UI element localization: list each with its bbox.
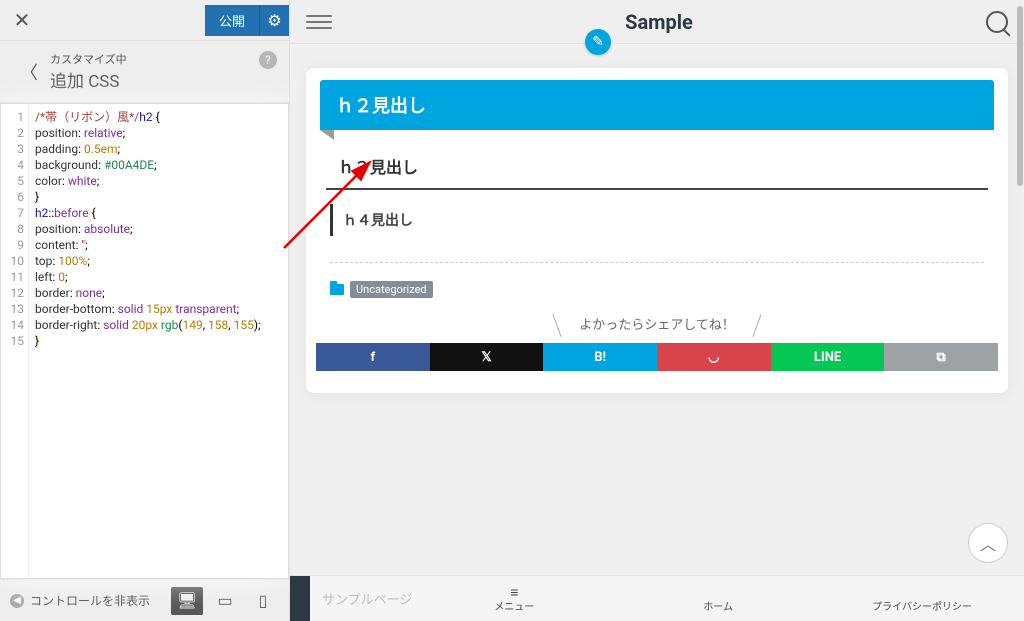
nav-label: ホーム bbox=[703, 598, 733, 613]
edit-shortcut-button[interactable]: ✎ bbox=[585, 29, 611, 55]
nav-label: メニュー bbox=[494, 598, 534, 613]
site-preview: Sample ✎ ｈ２見出し ｈ３見出し ｈ４見出し Uncategorized… bbox=[290, 0, 1024, 621]
preview-body[interactable]: ｈ２見出し ｈ３見出し ｈ４見出し Uncategorized よかったらシェア… bbox=[290, 44, 1024, 575]
pocket-icon: ◡ bbox=[708, 350, 719, 365]
publish-button-group: 公開 ⚙ bbox=[205, 5, 289, 36]
publish-button[interactable]: 公開 bbox=[205, 5, 259, 36]
close-icon: ✕ bbox=[14, 8, 31, 32]
customizer-panel: ✕ 公開 ⚙ 〈 カスタマイズ中 追加 CSS ? 12345678910111… bbox=[0, 0, 290, 621]
mobile-icon: ▯ bbox=[259, 591, 268, 610]
facebook-icon: f bbox=[371, 350, 376, 365]
hamburger-menu-button[interactable] bbox=[306, 9, 332, 35]
line-icon: LINE bbox=[814, 350, 841, 365]
chevron-up-icon: ︿ bbox=[980, 531, 996, 555]
share-pocket-button[interactable]: ◡ bbox=[657, 343, 771, 371]
section-title: 追加 CSS bbox=[50, 67, 275, 92]
tablet-icon: ▭ bbox=[217, 591, 232, 610]
share-button-row: f 𝕏 B! ◡ LINE ⧉ bbox=[316, 343, 998, 371]
share-label: よかったらシェアしてね！ bbox=[312, 314, 1002, 333]
h2-heading: ｈ２見出し bbox=[320, 80, 994, 130]
pencil-icon: ✎ bbox=[592, 34, 604, 50]
preview-bottom-nav: サンプルページ ≡ メニュー ホーム プライバシーポリシー bbox=[290, 575, 1024, 621]
h3-heading: ｈ３見出し bbox=[326, 144, 988, 190]
device-preview-buttons: 🖥 ▭ ▯ bbox=[171, 587, 279, 615]
css-code-editor[interactable]: 123456789101112131415 /*帯（リボン）風*/h2 {pos… bbox=[0, 103, 289, 579]
site-title[interactable]: Sample bbox=[332, 10, 986, 34]
device-mobile-button[interactable]: ▯ bbox=[247, 587, 279, 615]
publish-settings-button[interactable]: ⚙ bbox=[259, 5, 289, 36]
nav-privacy[interactable]: プライバシーポリシー bbox=[820, 584, 1024, 613]
preview-scrollbar[interactable] bbox=[1016, 0, 1024, 621]
share-hatena-button[interactable]: B! bbox=[543, 343, 657, 371]
help-icon: ? bbox=[265, 53, 271, 67]
hide-controls-label: コントロールを非表示 bbox=[30, 592, 150, 609]
device-tablet-button[interactable]: ▭ bbox=[209, 587, 241, 615]
x-twitter-icon: 𝕏 bbox=[481, 350, 491, 365]
nav-hidden-page[interactable]: サンプルページ bbox=[318, 589, 412, 608]
scroll-top-button[interactable]: ︿ bbox=[968, 523, 1008, 563]
eye-off-icon: ◀ bbox=[10, 594, 24, 608]
share-facebook-button[interactable]: f bbox=[316, 343, 430, 371]
hatena-icon: B! bbox=[594, 350, 606, 365]
section-subtitle: カスタマイズ中 bbox=[50, 51, 275, 67]
nav-left-edge[interactable] bbox=[290, 576, 310, 621]
desktop-icon: 🖥 bbox=[177, 591, 197, 610]
menu-icon: ≡ bbox=[510, 584, 518, 598]
chevron-left-icon: 〈 bbox=[20, 59, 38, 85]
h4-heading: ｈ４見出し bbox=[330, 204, 984, 236]
folder-icon bbox=[330, 284, 344, 295]
section-labels: カスタマイズ中 追加 CSS bbox=[50, 51, 275, 92]
close-customizer-button[interactable]: ✕ bbox=[0, 0, 44, 40]
copy-icon: ⧉ bbox=[937, 350, 946, 365]
nav-menu[interactable]: ≡ メニュー bbox=[412, 584, 616, 613]
divider bbox=[330, 262, 984, 263]
share-x-twitter-button[interactable]: 𝕏 bbox=[430, 343, 544, 371]
nav-home[interactable]: ホーム bbox=[616, 584, 820, 613]
device-desktop-button[interactable]: 🖥 bbox=[171, 587, 203, 615]
customizer-footer: ◀ コントロールを非表示 🖥 ▭ ▯ bbox=[0, 579, 289, 621]
category-row: Uncategorized bbox=[330, 281, 984, 298]
back-button[interactable]: 〈 bbox=[14, 59, 44, 85]
section-header: 〈 カスタマイズ中 追加 CSS ? bbox=[0, 40, 289, 103]
search-button[interactable] bbox=[986, 11, 1008, 33]
code-lines[interactable]: /*帯（リボン）風*/h2 {position: relative;paddin… bbox=[29, 104, 288, 578]
help-button[interactable]: ? bbox=[259, 51, 277, 69]
article-card: ｈ２見出し ｈ３見出し ｈ４見出し Uncategorized よかったらシェア… bbox=[306, 68, 1008, 393]
customizer-topbar: ✕ 公開 ⚙ bbox=[0, 0, 289, 40]
hide-controls-button[interactable]: ◀ コントロールを非表示 bbox=[10, 592, 171, 609]
preview-header: Sample ✎ bbox=[290, 0, 1024, 44]
share-line-button[interactable]: LINE bbox=[771, 343, 885, 371]
share-copy-button[interactable]: ⧉ bbox=[884, 343, 998, 371]
nav-label: プライバシーポリシー bbox=[872, 598, 972, 613]
line-number-gutter: 123456789101112131415 bbox=[1, 104, 29, 578]
gear-icon: ⚙ bbox=[267, 11, 281, 30]
category-tag[interactable]: Uncategorized bbox=[350, 281, 433, 298]
